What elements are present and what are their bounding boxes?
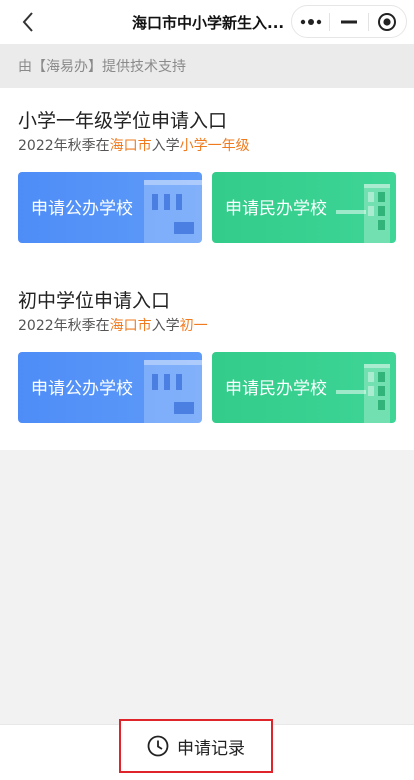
application-records-button[interactable]: 申请记录 — [119, 719, 273, 773]
school-building-icon — [144, 180, 202, 243]
bottom-bar: 申请记录 — [0, 719, 414, 780]
school-building-icon — [144, 360, 202, 423]
primary-school-section: 小学一年级学位申请入口 2022年秋季在海口市入学小学一年级 申请公办学校 申请… — [18, 108, 396, 243]
subtitle-grade: 小学一年级 — [179, 138, 250, 154]
primary-public-school-button[interactable]: 申请公办学校 — [18, 172, 202, 243]
back-button[interactable] — [14, 8, 42, 36]
target-close-icon — [378, 12, 397, 31]
primary-section-subtitle: 2022年秋季在海口市入学小学一年级 — [18, 136, 396, 156]
page-title: 海口市中小学新生入... — [132, 14, 285, 32]
nav-bar: 海口市中小学新生入... — [0, 0, 414, 44]
button-label: 申请公办学校 — [31, 199, 133, 219]
application-entries: 小学一年级学位申请入口 2022年秋季在海口市入学小学一年级 申请公办学校 申请… — [0, 88, 414, 450]
primary-button-row: 申请公办学校 申请民办学校 — [18, 172, 396, 243]
primary-private-school-button[interactable]: 申请民办学校 — [212, 172, 396, 243]
middle-section-subtitle: 2022年秋季在海口市入学初一 — [18, 316, 396, 336]
middle-button-row: 申请公办学校 申请民办学校 — [18, 352, 396, 423]
middle-section-title: 初中学位申请入口 — [18, 290, 171, 312]
subtitle-mid: 入学 — [151, 138, 180, 154]
clock-icon — [147, 735, 169, 757]
button-label: 申请民办学校 — [225, 199, 327, 219]
subtitle-prefix: 2022年秋季在 — [18, 318, 110, 334]
subtitle-prefix: 2022年秋季在 — [18, 138, 110, 154]
school-building-icon — [336, 184, 390, 243]
middle-private-school-button[interactable]: 申请民办学校 — [212, 352, 396, 423]
subtitle-grade: 初一 — [179, 318, 208, 334]
records-label: 申请记录 — [177, 738, 245, 759]
middle-school-section: 初中学位申请入口 2022年秋季在海口市入学初一 申请公办学校 申请民办学校 — [18, 288, 396, 423]
tech-support-text: 由【海易办】提供技术支持 — [18, 59, 186, 75]
subtitle-city: 海口市 — [109, 138, 152, 154]
mini-program-capsule — [291, 5, 407, 38]
subtitle-city: 海口市 — [109, 318, 152, 334]
minimize-icon — [341, 20, 357, 23]
button-label: 申请民办学校 — [225, 379, 327, 399]
chevron-left-icon — [22, 12, 33, 32]
tech-support-banner: 由【海易办】提供技术支持 — [0, 44, 414, 88]
close-button[interactable] — [369, 6, 406, 37]
subtitle-mid: 入学 — [151, 318, 180, 334]
primary-section-title: 小学一年级学位申请入口 — [18, 110, 228, 132]
more-button[interactable] — [292, 6, 329, 37]
button-label: 申请公办学校 — [31, 379, 133, 399]
school-building-icon — [336, 364, 390, 423]
minimize-button[interactable] — [330, 6, 367, 37]
middle-public-school-button[interactable]: 申请公办学校 — [18, 352, 202, 423]
more-dots-icon — [300, 18, 321, 25]
